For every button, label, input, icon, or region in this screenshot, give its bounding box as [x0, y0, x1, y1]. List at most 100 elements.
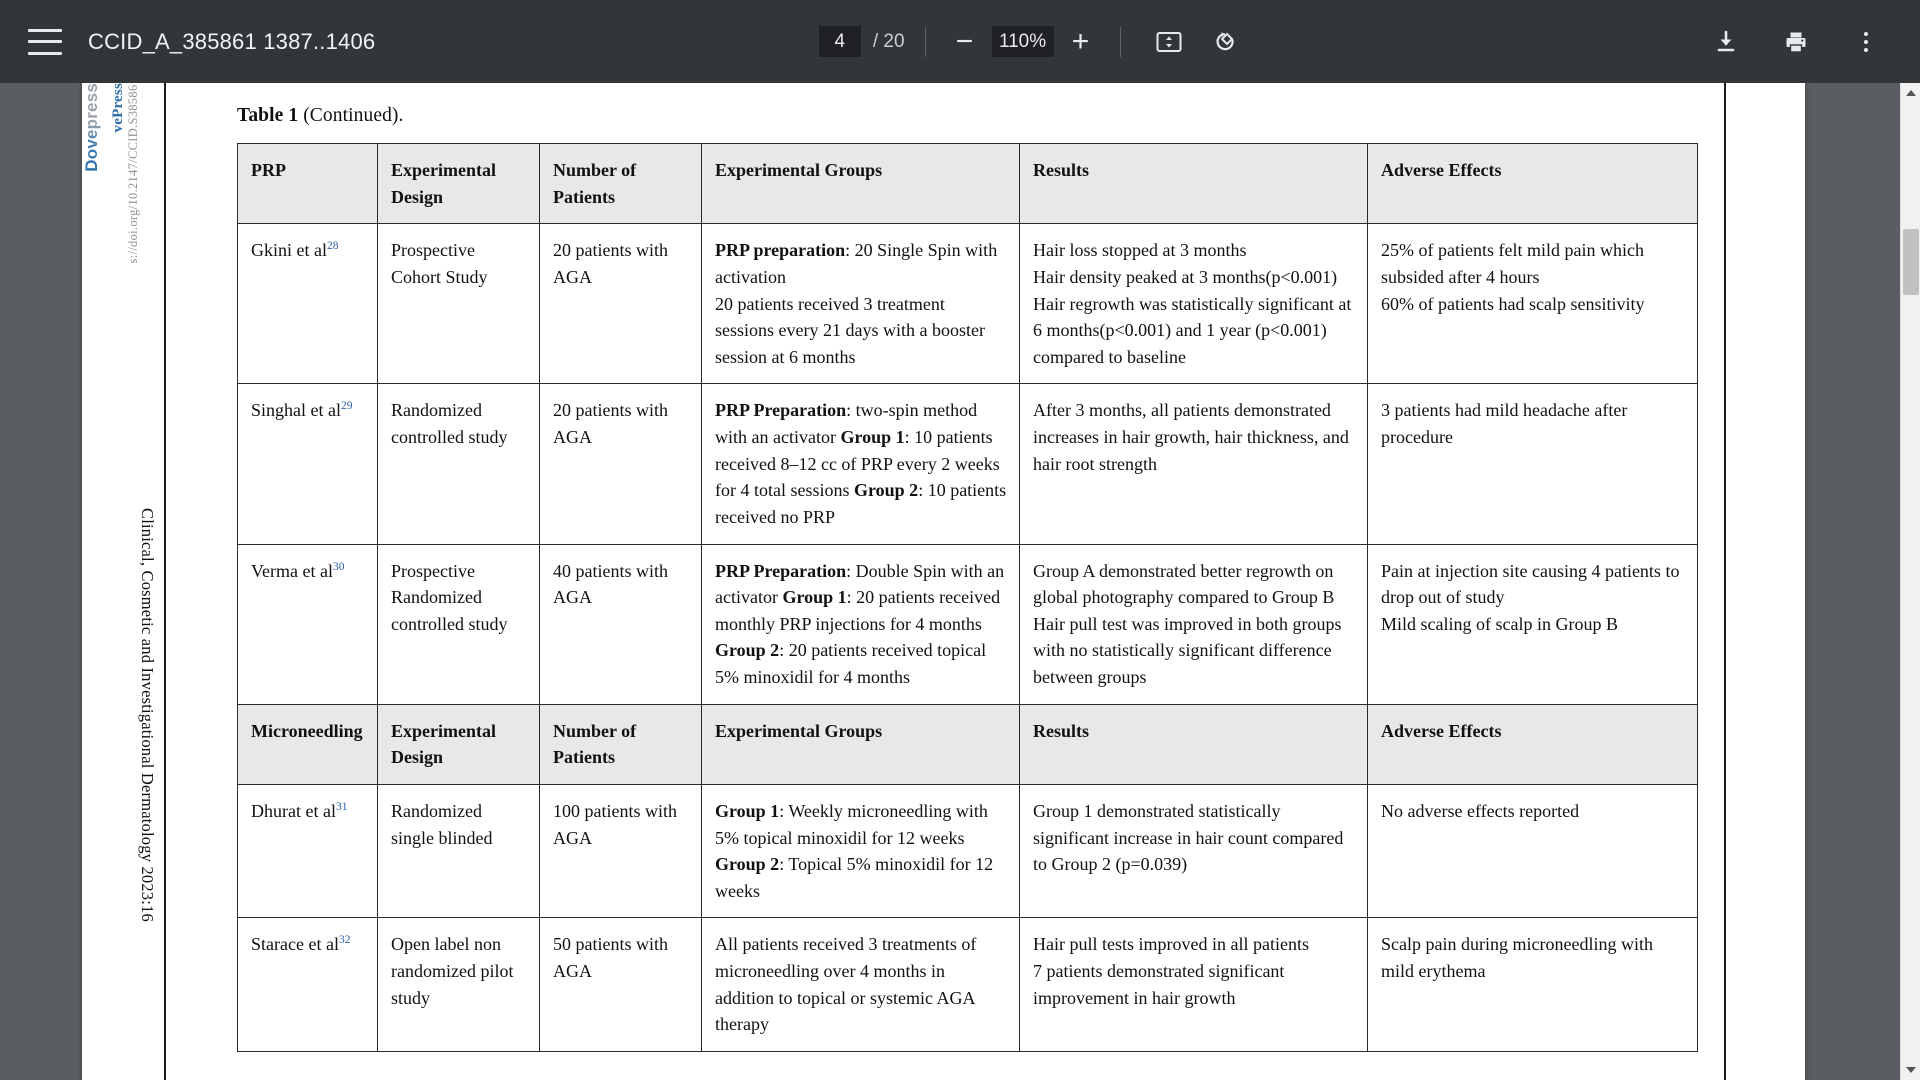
cell-design: Prospective Cohort Study — [377, 223, 540, 385]
header-cell-patients: Number of Patients — [539, 703, 702, 785]
cell-adverse: 3 patients had mild headache after proce… — [1367, 383, 1698, 545]
cell-groups: PRP Preparation: two-spin method with an… — [701, 383, 1020, 545]
cell-patients: 20 patients with AGA — [539, 383, 702, 545]
cell-patients: 100 patients with AGA — [539, 783, 702, 919]
table-caption-continued: (Continued). — [298, 105, 404, 126]
cell-adverse: 25% of patients felt mild pain which sub… — [1367, 223, 1698, 385]
table-row: Gkini et al28 Prospective Cohort Study 2… — [237, 223, 1698, 385]
citation-ref[interactable]: 32 — [339, 934, 351, 947]
cell-study: Gkini et al28 — [237, 223, 378, 385]
groups-label: PRP Preparation — [715, 400, 847, 421]
group1-label: Group 1 — [782, 587, 847, 608]
cell-patients: 50 patients with AGA — [539, 917, 702, 1052]
cell-results: Hair pull tests improved in all patients… — [1019, 917, 1368, 1052]
doi-link[interactable]: s://doi.org/10.2147/CCID.S385861 — [126, 83, 141, 263]
cell-design: Randomized controlled study — [377, 383, 540, 545]
toolbar-divider-1 — [924, 26, 926, 57]
pdf-viewer-toolbar: CCID_A_385861 1387..1406 / 20 − 110% + — [0, 0, 1920, 83]
toolbar-right-group — [1698, 22, 1920, 62]
header-cell-groups: Experimental Groups — [701, 142, 1020, 225]
header-cell-design: Experimental Design — [377, 703, 540, 785]
page-content: Table 1 (Continued). PRP Experimental Des… — [237, 105, 1698, 1052]
scroll-up-arrow-icon[interactable] — [1901, 83, 1920, 103]
more-options-icon[interactable] — [1846, 22, 1886, 62]
cell-adverse: Pain at injection site causing 4 patient… — [1367, 543, 1698, 705]
cell-groups: All patients received 3 treatments of mi… — [701, 917, 1020, 1052]
header-cell-patients: Number of Patients — [539, 142, 702, 225]
citation-ref[interactable]: 30 — [333, 561, 345, 573]
cell-study: Starace et al32 — [237, 917, 378, 1052]
header-cell-groups: Experimental Groups — [701, 703, 1020, 785]
header-cell-prp: PRP — [237, 142, 378, 225]
citation-ref[interactable]: 29 — [341, 400, 353, 413]
toolbar-center-group: / 20 − 110% + — [375, 22, 1698, 62]
cell-design: Randomized single blinded — [377, 783, 540, 919]
cell-design: Prospective Randomized controlled study — [377, 543, 540, 705]
table-row: Verma et al30 Prospective Randomized con… — [237, 543, 1698, 705]
dovepress-logo-top: vePress — [110, 83, 126, 133]
dovepress-logo-bottom: Dovepress — [82, 83, 101, 172]
cell-study: Dhurat et al31 — [237, 783, 378, 919]
rotate-icon[interactable] — [1207, 22, 1247, 62]
cell-study: Singhal et al29 — [237, 383, 378, 545]
study-name: Starace et al — [251, 934, 339, 955]
vertical-scrollbar[interactable] — [1900, 83, 1920, 1080]
table-row: Starace et al32 Open label non randomize… — [237, 917, 1698, 1052]
table-row: Singhal et al29 Randomized controlled st… — [237, 383, 1698, 545]
table-header-microneedling: Microneedling Experimental Design Number … — [237, 703, 1698, 785]
cell-results: Group A demonstrated better regrowth on … — [1019, 543, 1368, 705]
toolbar-divider-2 — [1119, 26, 1121, 57]
zoom-level-display[interactable]: 110% — [991, 26, 1054, 57]
table-caption-label: Table 1 — [237, 105, 299, 126]
zoom-out-button[interactable]: − — [946, 23, 984, 61]
cell-adverse: Scalp pain during microneedling with mil… — [1367, 917, 1698, 1052]
cell-patients: 20 patients with AGA — [539, 223, 702, 385]
toolbar-left-group: CCID_A_385861 1387..1406 — [0, 28, 376, 55]
citation-ref[interactable]: 31 — [336, 801, 348, 813]
header-cell-microneedling: Microneedling — [237, 703, 378, 785]
fit-to-page-icon[interactable] — [1149, 22, 1189, 62]
study-name: Dhurat et al — [251, 800, 336, 821]
groups-label: PRP Preparation — [715, 560, 847, 581]
groups-label: PRP preparation — [715, 240, 846, 261]
group2-label: Group 2 — [715, 854, 780, 875]
study-name: Gkini et al — [251, 240, 327, 261]
header-cell-results: Results — [1019, 142, 1368, 225]
pdf-page: s://doi.org/10.2147/CCID.S385861 vePress… — [82, 83, 1805, 1080]
study-table: PRP Experimental Design Number of Patients… — [237, 142, 1698, 1052]
cell-patients: 40 patients with AGA — [539, 543, 702, 705]
download-icon[interactable] — [1706, 22, 1746, 62]
table-caption: Table 1 (Continued). — [237, 105, 1697, 127]
scrollbar-thumb[interactable] — [1903, 229, 1919, 295]
hamburger-menu-icon[interactable] — [28, 28, 62, 55]
table-row: Dhurat et al31 Randomized single blinded… — [237, 783, 1698, 919]
page-number-input[interactable] — [818, 26, 861, 57]
page-rule-left — [164, 83, 166, 1080]
cell-study: Verma et al30 — [237, 543, 378, 705]
document-title: CCID_A_385861 1387..1406 — [88, 28, 376, 54]
print-icon[interactable] — [1776, 22, 1816, 62]
header-cell-results: Results — [1019, 703, 1368, 785]
scroll-down-arrow-icon[interactable] — [1901, 1060, 1920, 1080]
cell-groups: Group 1: Weekly microneedling with 5% to… — [701, 783, 1020, 919]
pdf-viewer-area[interactable]: s://doi.org/10.2147/CCID.S385861 vePress… — [0, 83, 1920, 1080]
study-name: Verma et al — [251, 560, 333, 581]
group1-label: Group 1 — [840, 427, 905, 447]
page-count-label: / 20 — [872, 30, 905, 52]
zoom-in-button[interactable]: + — [1062, 23, 1100, 61]
cell-adverse: No adverse effects reported — [1367, 783, 1698, 919]
citation-ref[interactable]: 28 — [327, 240, 339, 253]
cell-groups: PRP preparation: 20 Single Spin with act… — [701, 223, 1020, 385]
page-rule-right — [1724, 83, 1726, 1080]
header-cell-adverse: Adverse Effects — [1367, 703, 1698, 785]
header-cell-adverse: Adverse Effects — [1367, 142, 1698, 225]
cell-groups: PRP Preparation: Double Spin with an act… — [701, 543, 1020, 705]
journal-citation: Clinical, Cosmetic and Investigational D… — [138, 508, 157, 922]
study-name: Singhal et al — [251, 400, 341, 421]
header-cell-design: Experimental Design — [377, 142, 540, 225]
group2-label: Group 2 — [715, 640, 780, 661]
cell-results: Hair loss stopped at 3 months Hair densit… — [1019, 223, 1368, 385]
table-header-prp: PRP Experimental Design Number of Patients… — [237, 142, 1698, 225]
group2-label: Group 2 — [854, 480, 919, 501]
group1-label: Group 1 — [715, 800, 780, 821]
